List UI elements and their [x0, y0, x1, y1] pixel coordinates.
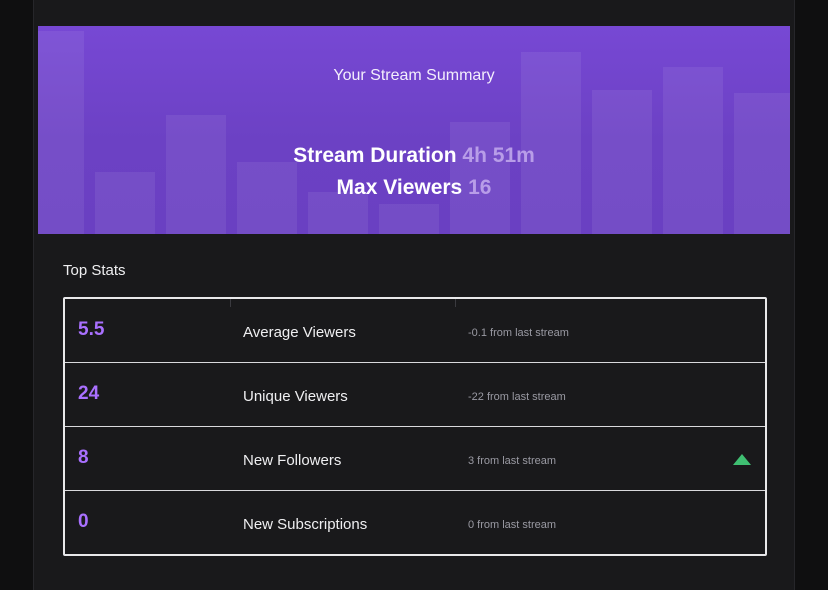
stat-change: -0.1 from last stream: [468, 327, 569, 339]
up-arrow-icon: [733, 454, 751, 465]
stat-change: 0 from last stream: [468, 519, 557, 531]
top-stats-table: 5.5 Average Viewers -0.1 from last strea…: [63, 297, 767, 556]
stat-row-average-viewers: 5.5 Average Viewers -0.1 from last strea…: [65, 299, 765, 363]
stat-change: -22 from last stream: [468, 391, 566, 403]
stat-row-unique-viewers: 24 Unique Viewers -22 from last stream: [65, 363, 765, 427]
stream-duration-label: Stream Duration: [293, 144, 457, 167]
stat-value: 24: [78, 383, 100, 404]
stat-value: 0: [78, 511, 89, 532]
stat-row-new-subscriptions: 0 New Subscriptions 0 from last stream: [65, 491, 765, 555]
stream-duration-value: 4h 51m: [462, 144, 535, 167]
stream-duration: Stream Duration 4h 51m: [38, 144, 790, 168]
banner-decor-bar: [379, 204, 439, 234]
stat-label: Unique Viewers: [243, 388, 348, 405]
stat-row-new-followers: 8 New Followers 3 from last stream: [65, 427, 765, 491]
max-viewers-label: Max Viewers: [336, 176, 463, 199]
banner-decor-bar: [166, 115, 226, 234]
stat-label: New Followers: [243, 452, 342, 469]
banner-decor-bar: [38, 31, 84, 234]
summary-banner: Your Stream Summary Stream Duration 4h 5…: [38, 26, 790, 234]
stat-label: New Subscriptions: [243, 516, 368, 533]
stat-label: Average Viewers: [243, 324, 356, 341]
top-stats-title: Top Stats: [63, 262, 126, 279]
max-viewers-value: 16: [468, 176, 492, 199]
summary-title: Your Stream Summary: [333, 67, 495, 84]
stat-value: 5.5: [78, 319, 105, 340]
stat-change: 3 from last stream: [468, 455, 557, 467]
stat-value: 8: [78, 447, 89, 468]
max-viewers: Max Viewers 16: [38, 176, 790, 200]
